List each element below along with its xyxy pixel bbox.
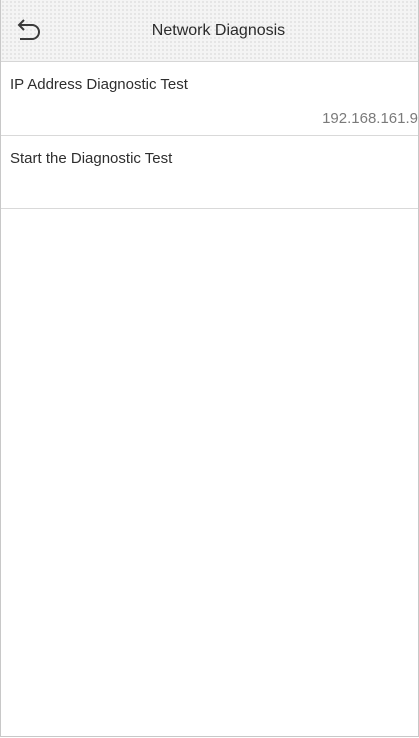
network-diagnosis-screen: Network Diagnosis IP Address Diagnostic … [0,0,419,737]
start-diagnostic-test-label: Start the Diagnostic Test [10,150,173,167]
page-title: Network Diagnosis [151,22,286,39]
ip-address-diagnostic-test-item[interactable]: IP Address Diagnostic Test 192.168.161.9 [1,62,418,136]
start-diagnostic-test-item[interactable]: Start the Diagnostic Test [1,136,418,209]
title-bar: Network Diagnosis [1,0,418,62]
ip-address-diagnostic-test-label: IP Address Diagnostic Test [10,76,188,93]
ip-address-value: 192.168.161.9 [322,110,418,127]
